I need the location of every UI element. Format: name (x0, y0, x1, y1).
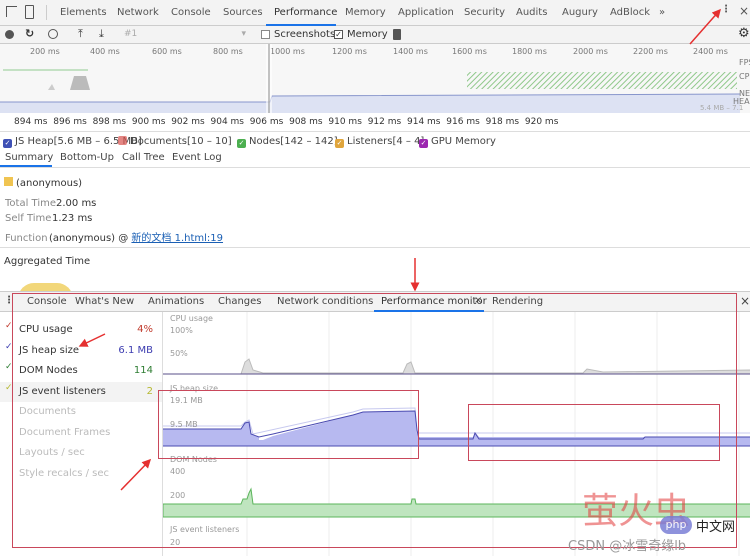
tab-event-log[interactable]: Event Log (172, 152, 222, 163)
annotation-box (158, 390, 419, 459)
counter-legend: ✓ JS Heap[5.6 MB – 6.5 MB] Documents[10 – … (0, 133, 750, 149)
tab-adblock[interactable]: AdBlock (610, 7, 650, 18)
tab-call-tree[interactable]: Call Tree (122, 152, 165, 163)
ruler-tick: 910 ms (328, 117, 362, 127)
aggregated-time-heading: Aggregated Time (4, 256, 91, 267)
legend-checkbox[interactable] (118, 136, 127, 145)
timeline-overview[interactable]: 200 ms 400 ms 600 ms 800 ms 1000 ms 1200… (0, 44, 750, 120)
summary-title: (anonymous) (16, 178, 83, 189)
ruler-tick: 898 ms (92, 117, 127, 127)
ruler-tick: 896 ms (53, 117, 87, 127)
total-time-row: Total Time2.00 ms (5, 198, 96, 209)
tab-augury[interactable]: Augury (562, 7, 598, 18)
tab-network[interactable]: Network (117, 7, 159, 18)
ruler-tick: 902 ms (171, 117, 205, 127)
clear-icon[interactable] (48, 29, 58, 39)
function-value: (anonymous) @ (49, 233, 132, 244)
legend-checkbox[interactable]: ✓ (237, 139, 246, 148)
ruler-tick: 894 ms (14, 117, 48, 127)
legend-checkbox[interactable]: ✓ (3, 139, 12, 148)
time-ruler: 894 ms 896 ms 898 ms 900 ms 902 ms 904 ms 906 … (0, 113, 750, 132)
tab-performance[interactable]: Performance (274, 7, 337, 18)
tab-audits[interactable]: Audits (516, 7, 547, 18)
ruler-tick: 900 ms (131, 117, 166, 127)
tab-summary[interactable]: Summary (5, 152, 53, 163)
legend-item[interactable]: ✓ Listeners[4 – 4] (335, 136, 424, 148)
tab-bottom-up[interactable]: Bottom-Up (60, 152, 114, 163)
memory-checkbox[interactable]: ✓ (334, 30, 343, 39)
legend-checkbox[interactable]: ✓ (419, 139, 428, 148)
ruler-tick: 906 ms (249, 117, 284, 127)
ruler-tick: 916 ms (446, 117, 480, 127)
devtools-tab-bar: Elements Network Console Sources Perform… (0, 0, 750, 26)
legend-item[interactable]: ✓ Nodes[142 – 142] (237, 136, 338, 148)
total-time-value: 2.00 ms (56, 198, 97, 209)
ruler-tick: 912 ms (367, 117, 402, 127)
close-drawer-icon[interactable]: × (740, 294, 750, 308)
function-source-link[interactable]: 新的文档 1.html:19 (131, 233, 223, 244)
legend-item[interactable]: ✓ GPU Memory (419, 136, 496, 148)
annotation-box (468, 404, 720, 461)
legend-label: Listeners[4 – 4] (347, 136, 425, 147)
tab-elements[interactable]: Elements (60, 7, 107, 18)
download-icon[interactable]: ⤓ (99, 27, 104, 41)
tab-console[interactable]: Console (171, 7, 211, 18)
dropdown-arrow-icon: ▾ (241, 29, 246, 39)
reload-icon[interactable]: ↻ (25, 27, 34, 40)
category-swatch (4, 177, 13, 186)
function-row: Function(anonymous) @ 新的文档 1.html:19 (5, 229, 223, 244)
tab-memory[interactable]: Memory (345, 7, 386, 18)
ruler-tick: 904 ms (210, 117, 245, 127)
legend-checkbox[interactable]: ✓ (335, 139, 344, 148)
ruler-tick: 908 ms (289, 117, 323, 127)
active-detail-tab-indicator (0, 165, 52, 167)
watermark-csdn: CSDN @冰雪奇缘lb (568, 539, 687, 554)
screenshots-label: Screenshots (274, 29, 336, 40)
garbage-collect-icon[interactable] (393, 29, 401, 40)
tab-sources[interactable]: Sources (223, 7, 263, 18)
more-tabs-button[interactable]: » (659, 7, 665, 18)
self-time-label: Self Time (5, 213, 52, 224)
self-time-value: 1.23 ms (52, 213, 93, 224)
close-icon[interactable]: × (739, 4, 749, 18)
record-icon[interactable] (5, 30, 14, 39)
ruler-tick: 920 ms (524, 117, 559, 127)
ruler-tick: 914 ms (407, 117, 441, 127)
legend-label: Nodes[142 – 142] (249, 136, 338, 147)
legend-item[interactable]: Documents[10 – 10] (118, 136, 232, 147)
self-time-row: Self Time1.23 ms (5, 213, 92, 224)
legend-label: GPU Memory (431, 136, 496, 147)
memory-label: Memory (347, 29, 388, 40)
tab-application[interactable]: Application (398, 7, 454, 18)
device-toolbar-icon[interactable] (25, 5, 34, 19)
legend-label: Documents[10 – 10] (130, 136, 232, 147)
inspect-element-icon[interactable] (6, 6, 17, 17)
track-label-cpu: CPU (739, 72, 750, 81)
tab-security[interactable]: Security (464, 7, 505, 18)
divider (46, 5, 47, 20)
profile-select[interactable]: #1 ▾ (124, 29, 248, 39)
function-label: Function (5, 233, 48, 244)
divider (0, 247, 750, 248)
overview-graph (0, 44, 741, 113)
track-label-fps: FPS (739, 58, 750, 67)
total-time-label: Total Time (5, 198, 57, 209)
profile-select-value: #1 (124, 29, 138, 39)
watermark-php: php (660, 516, 692, 534)
kebab-menu-icon[interactable]: ⋮ (721, 4, 731, 15)
upload-icon[interactable]: ⤒ (78, 27, 83, 41)
detail-tabs: Summary Bottom-Up Call Tree Event Log (0, 150, 750, 168)
watermark-site: 中文网 (696, 520, 736, 535)
settings-gear-icon[interactable]: ⚙ (738, 26, 750, 41)
ruler-tick: 918 ms (485, 117, 520, 127)
performance-toolbar: ↻ ⤒ ⤓ #1 ▾ Screenshots ✓ Memory ⚙ (0, 26, 750, 44)
screenshots-checkbox[interactable] (261, 30, 270, 39)
